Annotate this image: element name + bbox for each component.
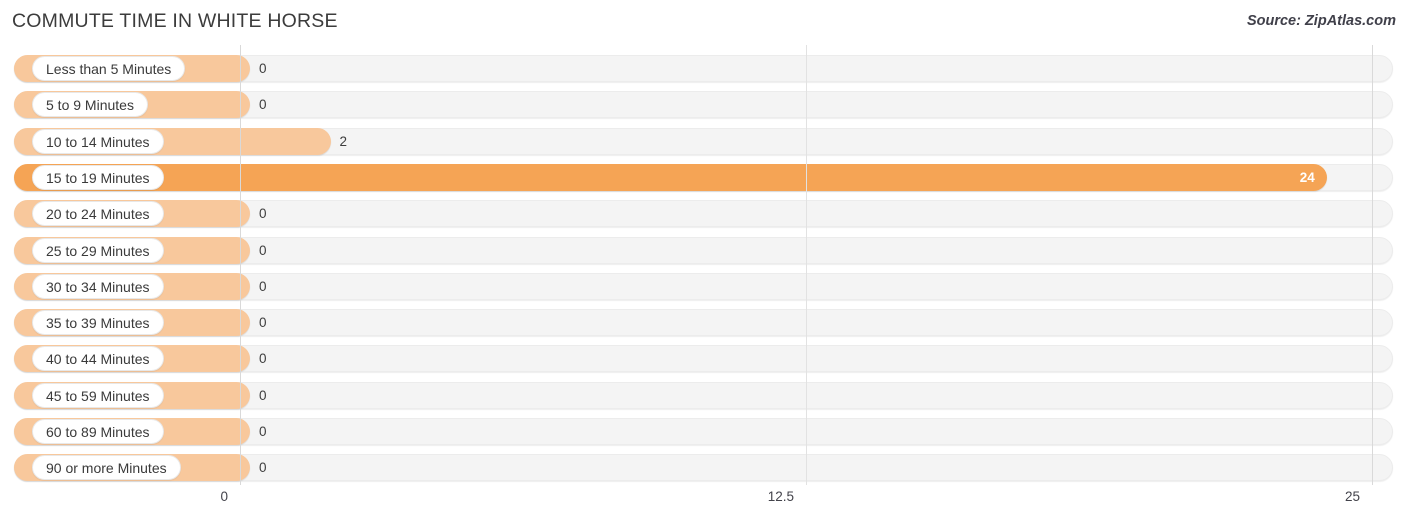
bar (14, 163, 1327, 191)
bar-row[interactable]: 40 to 44 Minutes 0 (14, 345, 1393, 373)
gridline (1372, 45, 1373, 485)
category-label: 20 to 24 Minutes (32, 201, 164, 227)
bar-row[interactable]: 15 to 19 Minutes 24 (14, 163, 1393, 191)
category-label: 5 to 9 Minutes (32, 92, 148, 118)
bar-row[interactable]: 10 to 14 Minutes 2 (14, 127, 1393, 155)
category-label: 25 to 29 Minutes (32, 237, 164, 263)
gridline (240, 45, 241, 485)
category-label: Less than 5 Minutes (32, 56, 186, 81)
bar-value-label: 24 (1299, 169, 1315, 185)
bar-value-label: 0 (259, 424, 267, 439)
bar-row[interactable]: 30 to 34 Minutes 0 (14, 272, 1393, 300)
page-title: COMMUTE TIME IN WHITE HORSE (12, 10, 338, 32)
bar-value-label: 2 (339, 133, 348, 149)
x-axis-tick-label: 25 (1344, 489, 1360, 504)
category-label: 90 or more Minutes (32, 455, 181, 481)
bar-row[interactable]: 60 to 89 Minutes 0 (14, 418, 1393, 445)
x-axis-tick-label: 0 (220, 489, 228, 504)
bar-row[interactable]: 20 to 24 Minutes 0 (14, 200, 1393, 228)
category-label: 15 to 19 Minutes (32, 164, 164, 190)
category-label: 30 to 34 Minutes (32, 273, 164, 299)
bar-row[interactable]: 35 to 39 Minutes 0 (14, 309, 1393, 337)
chart-plot-area: Less than 5 Minutes 0 5 to 9 Minutes 0 10 to… (0, 45, 1406, 485)
bar-row[interactable]: 5 to 9 Minutes 0 (14, 91, 1393, 119)
gridline (806, 45, 807, 485)
source-attribution: Source: ZipAtlas.com (1246, 13, 1396, 29)
category-label: 60 to 89 Minutes (32, 419, 164, 444)
category-label: 40 to 44 Minutes (32, 346, 164, 372)
bar-value-label: 0 (259, 61, 267, 76)
bar-value-label: 0 (259, 351, 267, 367)
bar-value-label: 0 (259, 206, 267, 222)
x-axis-tick-label: 12.5 (767, 489, 794, 504)
bar-row[interactable]: Less than 5 Minutes 0 (14, 55, 1393, 82)
category-label: 10 to 14 Minutes (32, 128, 164, 154)
bar-row[interactable]: 25 to 29 Minutes 0 (14, 236, 1393, 264)
bar-value-label: 0 (259, 97, 267, 113)
chart-header: COMMUTE TIME IN WHITE HORSE Source: ZipA… (0, 0, 1406, 45)
bar-row[interactable]: 90 or more Minutes 0 (14, 454, 1393, 482)
category-label: 45 to 59 Minutes (32, 382, 164, 408)
bar-value-label: 0 (259, 460, 267, 476)
bar-value-label: 0 (259, 387, 267, 403)
x-axis: 0 12.5 25 (0, 485, 1406, 524)
bar-value-label: 0 (259, 315, 267, 331)
bar-value-label: 0 (259, 278, 267, 294)
category-label: 35 to 39 Minutes (32, 310, 164, 336)
bar-value-label: 0 (259, 242, 267, 258)
bar-row[interactable]: 45 to 59 Minutes 0 (14, 381, 1393, 409)
